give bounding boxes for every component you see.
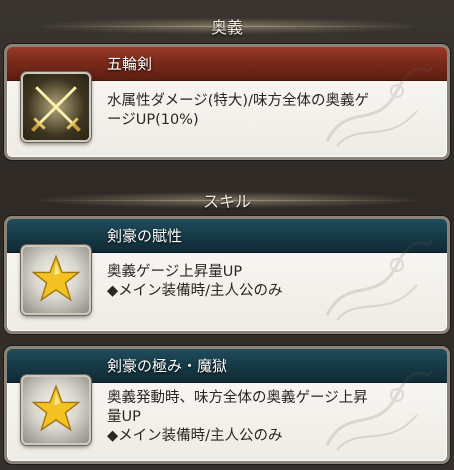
skill-description-line1: 奥義ゲージ上昇量UP <box>107 264 243 280</box>
skill-card[interactable]: 剣豪の極み・魔獄 奥義発動時、味方全体の奥義ゲージ上昇 量UP ◆メイン装備時/… <box>4 346 450 464</box>
skill-name: 剣豪の賦性 <box>107 227 183 245</box>
ougi-section-header: 奥義 <box>0 12 454 40</box>
crossed-swords-icon <box>21 72 91 142</box>
skill-description-line3: ◆メイン装備時/主人公のみ <box>107 428 283 444</box>
skill-description: 奥義ゲージ上昇量UP ◆メイン装備時/主人公のみ <box>107 263 433 301</box>
ougi-section-title: 奥義 <box>210 18 243 37</box>
ougi-name: 五輪剣 <box>107 55 153 73</box>
star-icon <box>21 375 91 445</box>
skill-section-title: スキル <box>202 192 251 211</box>
skill-section-header: スキル <box>0 186 454 214</box>
skill-description-line2: ◆メイン装備時/主人公のみ <box>107 283 283 299</box>
star-icon <box>21 245 91 315</box>
ougi-card[interactable]: 五輪剣 水属性ダメージ(特大)/味方全体の奥義ゲ ージUP(10%) <box>4 44 450 160</box>
skill-description: 奥義発動時、味方全体の奥義ゲージ上昇 量UP ◆メイン装備時/主人公のみ <box>107 389 433 446</box>
skill-name: 剣豪の極み・魔獄 <box>107 357 228 375</box>
ougi-description: 水属性ダメージ(特大)/味方全体の奥義ゲ ージUP(10%) <box>107 92 433 130</box>
weapon-detail-panel: 奥義 五輪剣 水属性ダメージ(特大)/味方全体の奥義ゲ ージUP(10%) スキ… <box>0 0 454 470</box>
skill-card[interactable]: 剣豪の賦性 奥義ゲージ上昇量UP ◆メイン装備時/主人公のみ <box>4 216 450 334</box>
ougi-description-line1: 水属性ダメージ(特大)/味方全体の奥義ゲ <box>107 93 369 109</box>
skill-description-line2: 量UP <box>107 409 141 425</box>
ougi-description-line2: ージUP(10%) <box>107 112 199 128</box>
skill-description-line1: 奥義発動時、味方全体の奥義ゲージ上昇 <box>107 390 368 406</box>
